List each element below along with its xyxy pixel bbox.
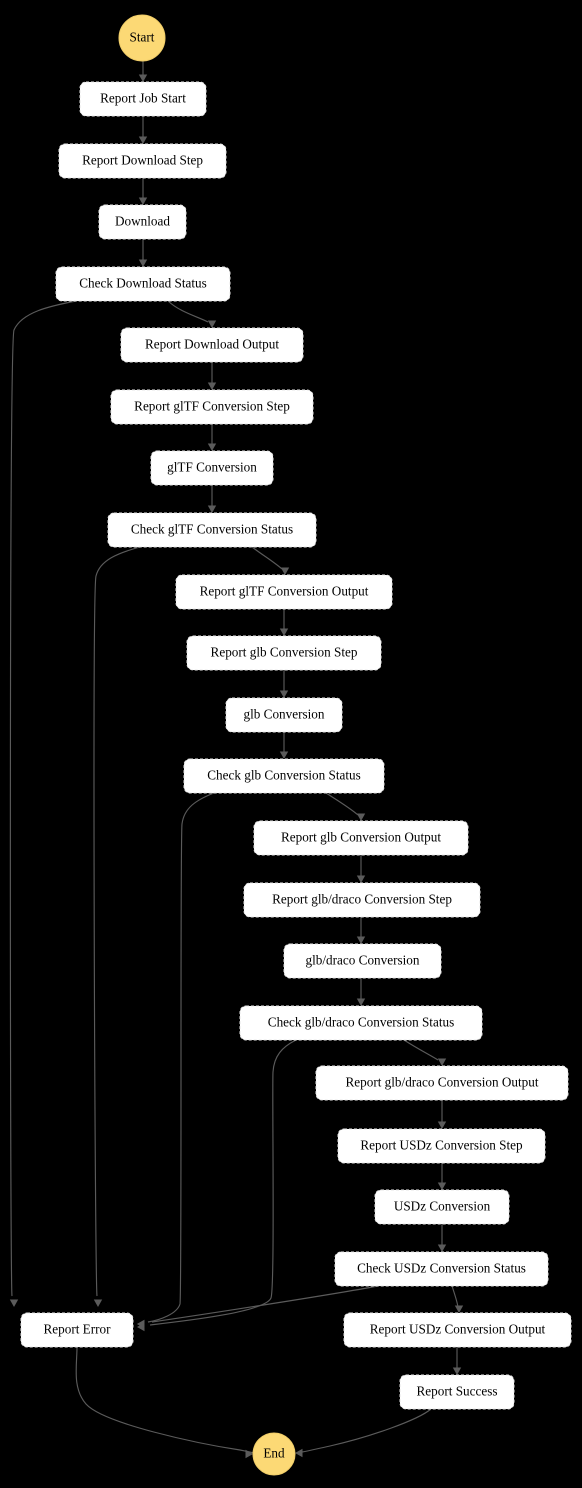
node-end[interactable]: End — [252, 1432, 296, 1476]
node-draco_conv[interactable]: glb/draco Conversion — [283, 943, 442, 979]
node-label: glTF Conversion — [167, 460, 257, 475]
node-label: Report USDz Conversion Output — [370, 1322, 546, 1337]
node-report_dl_out[interactable]: Report Download Output — [120, 327, 304, 363]
node-check_gltf[interactable]: Check glTF Conversion Status — [107, 512, 317, 548]
node-label: Report Download Output — [145, 337, 279, 352]
node-report_success[interactable]: Report Success — [399, 1374, 515, 1410]
node-label: Report glb Conversion Step — [211, 645, 358, 660]
node-label: Report glb Conversion Output — [281, 830, 441, 845]
node-label: Report glb/draco Conversion Step — [272, 892, 452, 907]
node-label: Report glTF Conversion Output — [200, 584, 369, 599]
flowchart-svg: Start Report Job Start Report Download Ste… — [0, 0, 582, 1488]
flowchart-canvas: Start Report Job Start Report Download Ste… — [0, 0, 582, 1488]
node-check_draco[interactable]: Check glb/draco Conversion Status — [239, 1005, 483, 1041]
node-label: Check glb/draco Conversion Status — [268, 1015, 454, 1030]
node-report_draco_step[interactable]: Report glb/draco Conversion Step — [243, 882, 481, 918]
node-report_gltf_step[interactable]: Report glTF Conversion Step — [110, 389, 314, 425]
node-check_glb[interactable]: Check glb Conversion Status — [183, 758, 385, 794]
node-label: glb/draco Conversion — [306, 953, 420, 968]
node-label: Report Success — [417, 1384, 498, 1399]
node-report_glb_out[interactable]: Report glb Conversion Output — [253, 820, 469, 856]
node-report_draco_out[interactable]: Report glb/draco Conversion Output — [315, 1065, 569, 1101]
node-label: Download — [115, 214, 170, 229]
node-label: Report Download Step — [82, 153, 203, 168]
node-label: Report Error — [43, 1322, 111, 1337]
node-label: Start — [130, 30, 155, 45]
node-report_glb_step[interactable]: Report glb Conversion Step — [186, 635, 382, 671]
node-download[interactable]: Download — [98, 204, 187, 240]
node-check_dl[interactable]: Check Download Status — [55, 266, 231, 302]
node-glb_conv[interactable]: glb Conversion — [225, 697, 343, 733]
node-label: Check USDz Conversion Status — [357, 1261, 526, 1276]
node-label: Check glb Conversion Status — [207, 768, 360, 783]
node-report_dl_step[interactable]: Report Download Step — [58, 143, 227, 179]
node-label: Report glb/draco Conversion Output — [345, 1075, 538, 1090]
node-report_gltf_out[interactable]: Report glTF Conversion Output — [175, 574, 393, 610]
node-report_usdz_step[interactable]: Report USDz Conversion Step — [337, 1128, 546, 1164]
node-label: USDz Conversion — [394, 1199, 491, 1214]
node-label: Report Job Start — [100, 91, 186, 106]
node-check_usdz[interactable]: Check USDz Conversion Status — [334, 1251, 549, 1287]
node-label: Report glTF Conversion Step — [134, 399, 290, 414]
node-usdz_conv[interactable]: USDz Conversion — [374, 1189, 510, 1225]
node-label: Check Download Status — [79, 276, 206, 291]
node-label: End — [263, 1446, 285, 1461]
node-label: glb Conversion — [244, 707, 325, 722]
node-gltf_conv[interactable]: glTF Conversion — [150, 450, 274, 486]
node-start[interactable]: Start — [118, 14, 166, 62]
node-label: Report USDz Conversion Step — [360, 1138, 523, 1153]
node-report_usdz_out[interactable]: Report USDz Conversion Output — [343, 1312, 572, 1348]
node-label: Check glTF Conversion Status — [131, 522, 293, 537]
node-report_job_start[interactable]: Report Job Start — [79, 81, 207, 117]
node-report_error[interactable]: Report Error — [20, 1312, 134, 1348]
